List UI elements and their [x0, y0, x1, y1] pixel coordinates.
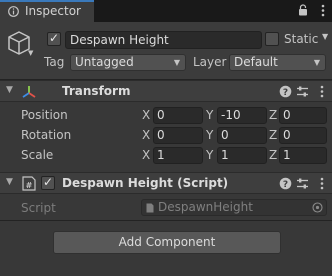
gameobject-name-input[interactable]: Despawn Height: [65, 31, 262, 49]
script-reference-field[interactable]: DespawnHeight: [141, 199, 327, 216]
tag-label: Tag: [44, 55, 65, 69]
active-checkbox[interactable]: ✓: [47, 31, 61, 46]
foldout-arrow-icon[interactable]: ▼: [6, 177, 13, 187]
axis-x-label[interactable]: X: [142, 148, 150, 162]
components-divider: [0, 220, 332, 221]
add-component-button[interactable]: Add Component: [53, 231, 281, 254]
transform-axes-icon: [22, 86, 36, 98]
script-reference-value: DespawnHeight: [158, 200, 253, 214]
position-y-field[interactable]: -10: [217, 107, 267, 124]
svg-text:?: ?: [283, 180, 288, 190]
axis-z-label[interactable]: Z: [269, 148, 277, 162]
axis-z-label[interactable]: Z: [269, 128, 277, 142]
position-label: Position: [21, 108, 68, 122]
axis-y-label[interactable]: Y: [206, 108, 213, 122]
lock-icon[interactable]: [298, 4, 308, 16]
axis-x-label[interactable]: X: [142, 128, 150, 142]
tab-inspector[interactable]: Inspector: [0, 0, 94, 22]
csharp-script-icon: #: [22, 176, 36, 191]
script-component-header[interactable]: ▼ # ✓ Despawn Height (Script) ?: [0, 172, 332, 194]
rotation-row: Rotation X 0 Y 0 Z 0: [0, 127, 332, 145]
scale-x-field[interactable]: 1: [153, 147, 203, 164]
rotation-label: Rotation: [21, 128, 72, 142]
scale-z-field[interactable]: 1: [279, 147, 327, 164]
svg-text:?: ?: [283, 88, 288, 98]
tag-dropdown[interactable]: Untagged ▼: [70, 54, 186, 71]
script-label: Script: [21, 201, 56, 215]
layer-value: Default: [234, 55, 278, 69]
rotation-y-field[interactable]: 0: [217, 127, 267, 144]
position-x-field[interactable]: 0: [153, 107, 203, 124]
scale-y-field[interactable]: 1: [217, 147, 267, 164]
tab-label: Inspector: [25, 4, 81, 18]
transform-component-header[interactable]: ▼ Transform ?: [0, 80, 332, 102]
axis-x-label[interactable]: X: [142, 108, 150, 122]
static-dropdown-caret-icon[interactable]: ▼: [322, 32, 328, 41]
layer-dropdown[interactable]: Default ▼: [229, 54, 326, 71]
checkmark-icon: ✓: [43, 175, 54, 189]
chevron-down-icon: ▼: [173, 58, 180, 67]
script-enabled-checkbox[interactable]: ✓: [41, 175, 55, 190]
svg-text:#: #: [26, 181, 33, 190]
chevron-down-icon: ▼: [313, 58, 320, 67]
axis-z-label[interactable]: Z: [269, 108, 277, 122]
tab-bar: Inspector: [0, 0, 332, 22]
static-checkbox[interactable]: [265, 32, 279, 46]
presets-icon[interactable]: [296, 85, 309, 98]
component-menu-icon[interactable]: [320, 177, 324, 190]
rotation-x-field[interactable]: 0: [153, 127, 203, 144]
help-icon[interactable]: ?: [279, 85, 292, 98]
presets-icon[interactable]: [296, 177, 309, 190]
tag-value: Untagged: [75, 55, 134, 69]
position-row: Position X 0 Y -10 Z 0: [0, 107, 332, 125]
gameobject-header: ▼ ✓ Despawn Height Static ▼ Tag Untagged…: [0, 22, 332, 80]
layer-label: Layer: [193, 55, 227, 69]
axis-y-label[interactable]: Y: [206, 128, 213, 142]
foldout-arrow-icon[interactable]: ▼: [6, 85, 13, 95]
more-options-icon[interactable]: [321, 4, 325, 17]
axis-y-label[interactable]: Y: [206, 148, 213, 162]
object-picker-icon[interactable]: [312, 202, 323, 213]
help-icon[interactable]: ?: [279, 177, 292, 190]
script-component-title: Despawn Height (Script): [62, 176, 229, 190]
component-menu-icon[interactable]: [320, 85, 324, 98]
scale-label: Scale: [21, 148, 54, 162]
position-z-field[interactable]: 0: [279, 107, 327, 124]
transform-title: Transform: [62, 84, 131, 98]
script-file-icon: [146, 203, 154, 213]
rotation-z-field[interactable]: 0: [279, 127, 327, 144]
icon-dropdown-caret-icon[interactable]: ▼: [28, 49, 33, 57]
info-icon: [8, 6, 19, 17]
scale-row: Scale X 1 Y 1 Z 1: [0, 147, 332, 165]
checkmark-icon: ✓: [49, 31, 60, 45]
static-label: Static: [284, 32, 319, 46]
